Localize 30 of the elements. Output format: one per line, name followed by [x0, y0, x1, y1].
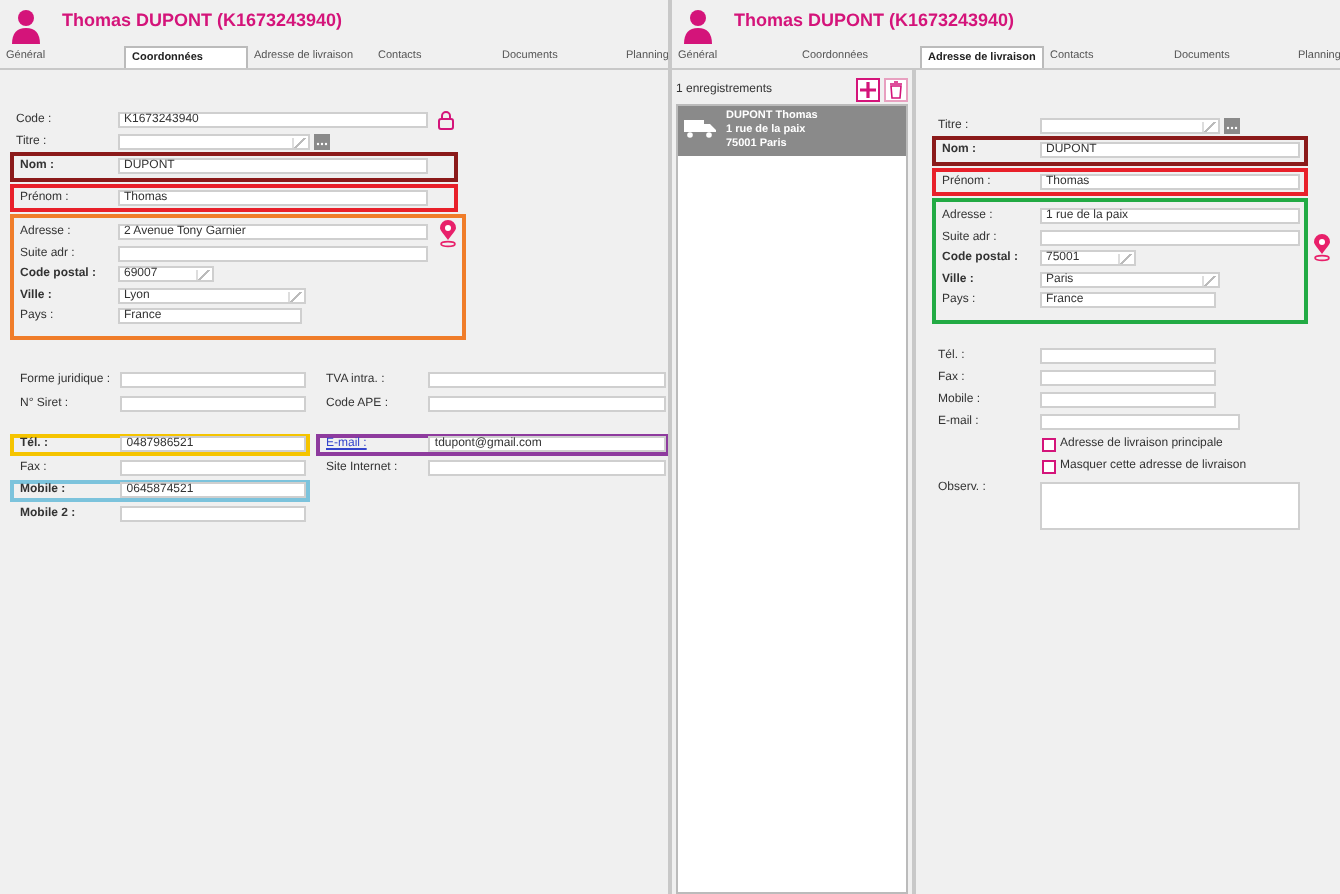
input-field[interactable] [1040, 117, 1220, 133]
input-field[interactable] [1040, 348, 1216, 364]
input-field[interactable] [120, 395, 306, 412]
add-icon[interactable] [856, 77, 880, 101]
map-pin-icon[interactable] [438, 220, 458, 248]
input-field[interactable] [1040, 414, 1240, 430]
truck-icon [684, 118, 716, 138]
more-button[interactable] [314, 133, 330, 149]
notes-field[interactable] [1040, 481, 1300, 529]
input-field[interactable] [428, 372, 666, 389]
trash-icon[interactable] [884, 77, 908, 101]
person-icon [682, 8, 714, 44]
customer-title: Thomas DUPONT (K1673243940) [62, 10, 343, 30]
more-button[interactable] [1224, 117, 1240, 133]
map-pin-icon[interactable] [1312, 234, 1332, 262]
input-field[interactable] [120, 505, 306, 522]
input-field[interactable] [1040, 229, 1300, 246]
input-field[interactable] [428, 395, 666, 412]
input-field[interactable] [118, 133, 310, 149]
lock-icon[interactable] [438, 109, 454, 129]
checkbox[interactable] [1042, 459, 1056, 473]
checkbox[interactable] [1042, 437, 1056, 451]
input-field[interactable] [1040, 370, 1216, 386]
input-field[interactable] [120, 459, 306, 476]
input-field[interactable] [120, 372, 306, 389]
input-field[interactable] [1040, 392, 1216, 408]
input-field[interactable] [428, 459, 666, 476]
person-icon [10, 8, 42, 44]
input-field[interactable] [118, 245, 428, 262]
customer-title: Thomas DUPONT (K1673243940) [734, 10, 1015, 30]
